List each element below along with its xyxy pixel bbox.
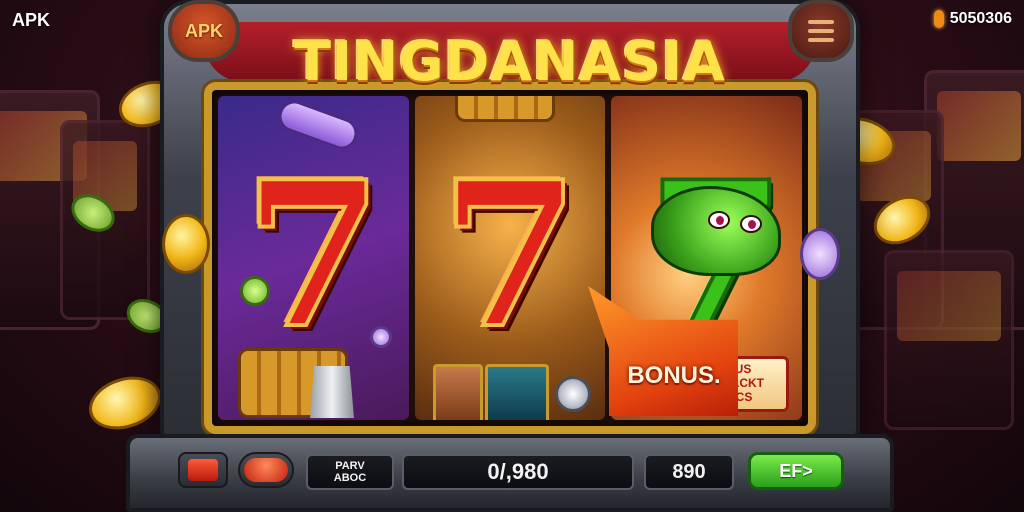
- spin-button[interactable]: EF>: [748, 452, 844, 490]
- coin-counter-icon: [933, 10, 944, 28]
- creature-eye: [740, 215, 763, 233]
- creature-eye: [708, 211, 731, 229]
- scroll-card: [484, 364, 549, 420]
- reel-1: 7: [218, 96, 409, 420]
- menu-icon: [808, 20, 834, 24]
- win-display: 890: [644, 454, 734, 490]
- bet-label-line: PARV: [335, 459, 365, 472]
- background-arcade-cabinet: [884, 250, 1014, 430]
- cup-icon: [310, 366, 354, 418]
- barrel-icon: [454, 96, 555, 122]
- coin-icon: [82, 367, 168, 439]
- corner-apk-label: APK: [12, 10, 51, 30]
- character-card: [432, 364, 483, 420]
- side-coin-icon: [162, 214, 210, 274]
- seven-symbol: 7: [242, 138, 385, 373]
- reel-2: 7: [414, 96, 606, 420]
- coin-icon: [240, 276, 270, 306]
- stop-button[interactable]: [178, 452, 228, 488]
- corner-counter-value: 5050306: [949, 10, 1012, 27]
- slot-machine: APK 7 7 7: [126, 0, 894, 512]
- gem-icon: [370, 326, 392, 348]
- corner-counter: 5050306: [933, 10, 1012, 28]
- silver-coin-icon: [554, 376, 591, 412]
- control-panel: PARV ABOC 0/,980 890 EF>: [126, 434, 894, 512]
- bet-button[interactable]: [238, 452, 294, 488]
- credit-display: 0/,980: [402, 454, 634, 490]
- bet-label-line: ABOC: [333, 472, 367, 484]
- game-title: TINGDANASIA: [294, 30, 726, 93]
- seven-symbol: 7: [438, 138, 581, 373]
- bet-label-display: PARV ABOC: [306, 454, 394, 490]
- side-coin-icon: [800, 228, 840, 280]
- bonus-label[interactable]: BONUS.: [614, 362, 734, 390]
